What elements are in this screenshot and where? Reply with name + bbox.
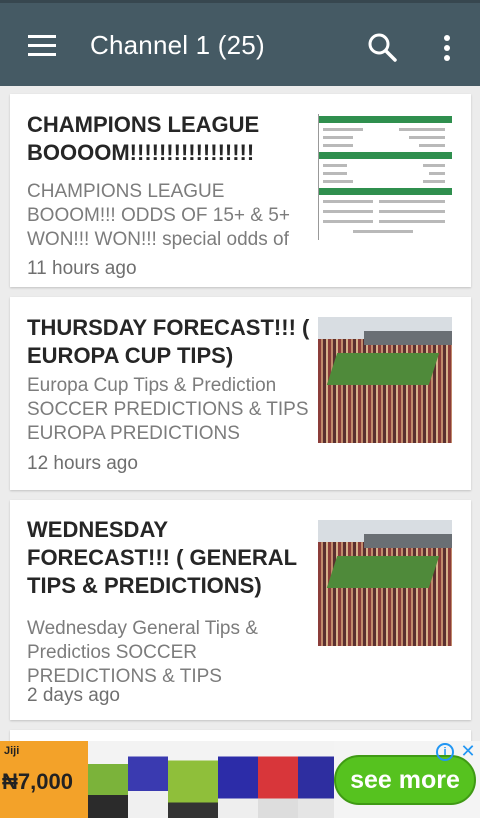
post-time: 2 days ago (27, 685, 120, 706)
stadium-image (318, 520, 452, 646)
post-card[interactable]: CHAMPIONS LEAGUE BOOOOM!!!!!!!!!!!!!!!!!… (10, 94, 471, 287)
hamburger-menu-icon[interactable] (22, 27, 62, 63)
ad-product-image (218, 741, 258, 818)
post-excerpt: Europa Cup Tips & Prediction SOCCER PRED… (27, 375, 309, 444)
page-title: Channel 1 (25) (90, 30, 265, 60)
info-icon[interactable]: i (436, 743, 454, 761)
post-feed: CHAMPIONS LEAGUE BOOOOM!!!!!!!!!!!!!!!!!… (0, 86, 480, 741)
post-thumbnail (318, 520, 452, 646)
post-time: 11 hours ago (27, 258, 137, 279)
post-card[interactable]: WEDNESDAY FORECAST!!! ( GENERAL TIPS & P… (10, 500, 471, 720)
close-icon[interactable]: ✕ (458, 741, 478, 761)
ad-banner[interactable]: Jiji ₦7,000 see more i ✕ (0, 741, 480, 818)
ad-price: ₦7,000 (2, 769, 73, 794)
search-icon[interactable] (364, 29, 402, 67)
post-headline: WEDNESDAY FORECAST!!! ( GENERAL TIPS & P… (27, 517, 297, 598)
post-headline: THURSDAY FORECAST!!! ( EUROPA CUP TIPS) (27, 315, 310, 368)
ad-price-box: Jiji ₦7,000 (0, 741, 88, 818)
post-excerpt: Wednesday General Tips & Predictios SOCC… (27, 618, 258, 687)
ad-product-image (168, 741, 218, 818)
stadium-image (318, 317, 452, 443)
post-card[interactable]: THURSDAY FORECAST!!! ( EUROPA CUP TIPS) … (10, 297, 471, 490)
post-card[interactable] (10, 730, 471, 741)
ad-product-image (258, 741, 298, 818)
post-time: 12 hours ago (27, 453, 138, 474)
more-vert-icon[interactable] (430, 29, 464, 67)
ad-product-image (298, 741, 334, 818)
post-thumbnail (318, 317, 452, 443)
ad-product-image (128, 741, 168, 818)
app-bar: Channel 1 (25) (0, 0, 480, 86)
post-excerpt: CHAMPIONS LEAGUE BOOOM!!! ODDS OF 15+ & … (27, 181, 290, 250)
post-headline: CHAMPIONS LEAGUE BOOOOM!!!!!!!!!!!!!!!!! (27, 112, 260, 165)
post-thumbnail (318, 114, 452, 240)
ad-product-image (88, 741, 128, 818)
see-more-button[interactable]: see more (334, 755, 476, 805)
ad-brand: Jiji (4, 745, 20, 757)
